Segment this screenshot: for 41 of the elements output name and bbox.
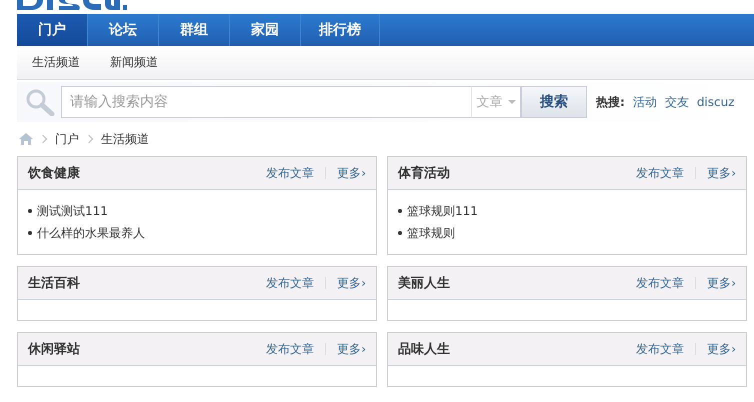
publish-link[interactable]: 发布文章 bbox=[266, 340, 314, 358]
more-link[interactable]: 更多› bbox=[337, 274, 366, 292]
hot-search-label: 热搜: bbox=[596, 94, 625, 110]
search-button[interactable]: 搜索 bbox=[521, 86, 587, 118]
article-link[interactable]: 篮球规则 bbox=[407, 224, 455, 242]
subnav-link[interactable]: 新闻频道 bbox=[110, 54, 158, 71]
publish-link[interactable]: 发布文章 bbox=[636, 340, 684, 358]
breadcrumb-link[interactable]: 门户 bbox=[55, 130, 79, 148]
subnav-link[interactable]: 生活频道 bbox=[32, 54, 80, 71]
search-icon bbox=[25, 88, 55, 116]
more-link[interactable]: 更多› bbox=[707, 164, 736, 182]
publish-link[interactable]: 发布文章 bbox=[266, 274, 314, 292]
logo-icon bbox=[17, 0, 127, 10]
search-field[interactable]: 请输入搜索内容 bbox=[61, 86, 471, 118]
hot-search-link[interactable]: discuz bbox=[696, 95, 735, 109]
section-title: 休闲驿站 bbox=[28, 341, 81, 358]
hot-search-link[interactable]: 活动 bbox=[632, 94, 657, 110]
publish-link[interactable]: 发布文章 bbox=[266, 164, 314, 182]
bullet-icon bbox=[28, 209, 32, 213]
hot-search-link[interactable]: 交友 bbox=[664, 94, 689, 110]
bullet-icon bbox=[398, 231, 402, 235]
more-link[interactable]: 更多› bbox=[707, 340, 736, 358]
breadcrumb-link[interactable]: 生活频道 bbox=[101, 130, 149, 148]
publish-link[interactable]: 发布文章 bbox=[636, 164, 684, 182]
nav-tab[interactable]: 门户 bbox=[17, 14, 88, 46]
more-link[interactable]: 更多› bbox=[707, 274, 736, 292]
article-link[interactable]: 测试测试111 bbox=[37, 202, 108, 220]
home-icon[interactable] bbox=[19, 133, 33, 145]
section-title: 生活百科 bbox=[28, 275, 81, 292]
bullet-icon bbox=[28, 231, 32, 235]
article-link[interactable]: 什么样的水果最养人 bbox=[37, 224, 145, 242]
more-link[interactable]: 更多› bbox=[337, 164, 366, 182]
bullet-icon bbox=[398, 209, 402, 213]
section-title: 品味人生 bbox=[398, 341, 451, 358]
section-title: 体育活动 bbox=[398, 164, 451, 182]
caret-icon bbox=[508, 100, 516, 104]
more-link[interactable]: 更多› bbox=[337, 340, 366, 358]
section-title: 美丽人生 bbox=[398, 274, 451, 292]
publish-link[interactable]: 发布文章 bbox=[636, 274, 684, 292]
article-link[interactable]: 篮球规则111 bbox=[407, 202, 478, 220]
section-title: 饮食健康 bbox=[28, 164, 81, 182]
